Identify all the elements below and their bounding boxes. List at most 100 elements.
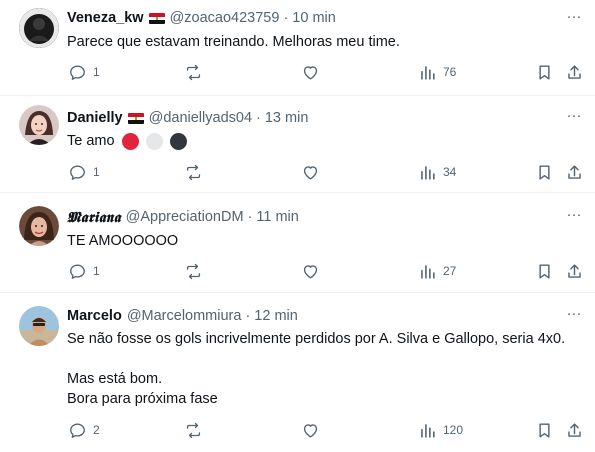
like-button[interactable]: [301, 161, 320, 183]
bookmark-icon: [539, 164, 550, 180]
views-button[interactable]: 34: [418, 161, 456, 183]
view-count: 27: [443, 264, 457, 278]
views-chart-icon: [421, 264, 435, 279]
user-name[interactable]: Danielly: [67, 110, 123, 126]
action-bar: 1 34: [60, 161, 595, 183]
timestamp[interactable]: 12 min: [254, 308, 298, 324]
retweet-icon: [186, 164, 201, 180]
avatar[interactable]: [19, 306, 59, 346]
more-horizontal-icon[interactable]: ···: [565, 108, 583, 127]
reply-button[interactable]: 1: [68, 161, 100, 183]
tweet-text-line: [67, 349, 565, 369]
action-bar: 2 120: [60, 419, 595, 441]
heart-icon: [303, 65, 318, 80]
views-button[interactable]: 27: [418, 260, 456, 282]
reply-button[interactable]: 1: [68, 61, 100, 83]
avatar-image: [19, 105, 59, 145]
timestamp[interactable]: 13 min: [265, 110, 309, 126]
white-circle-icon: [145, 132, 163, 150]
more-horizontal-icon[interactable]: ···: [565, 9, 583, 28]
share-icon: [568, 64, 581, 79]
views-button[interactable]: 76: [418, 61, 456, 83]
reply-icon: [70, 64, 85, 80]
separator-dot: ·: [245, 308, 251, 324]
reply-icon: [70, 422, 85, 438]
share-button[interactable]: [565, 260, 584, 282]
action-bar: 1 27: [60, 260, 595, 282]
user-name[interactable]: Veneza_kw: [67, 10, 144, 26]
action-bar: 1 76: [60, 61, 595, 83]
share-icon: [568, 263, 581, 278]
avatar[interactable]: [19, 105, 59, 145]
red-circle-icon: [121, 132, 139, 150]
avatar[interactable]: [19, 8, 59, 48]
tweet-text-content: Te amo: [67, 133, 115, 149]
user-handle[interactable]: @zoacao423759: [170, 10, 280, 26]
user-handle[interactable]: @Marcelommiura: [127, 308, 242, 324]
flag-icon: [148, 12, 165, 24]
reply-count: 1: [93, 264, 100, 278]
bookmark-button[interactable]: [535, 419, 554, 441]
retweet-icon: [186, 422, 201, 438]
heart-icon: [303, 423, 318, 438]
views-chart-icon: [421, 165, 435, 180]
share-icon: [568, 422, 581, 437]
views-button[interactable]: 120: [418, 419, 463, 441]
reply-icon: [70, 164, 85, 180]
retweet-button[interactable]: [184, 260, 203, 282]
tweet-text-line: Bora para próxima fase: [67, 391, 218, 407]
retweet-icon: [186, 64, 201, 80]
views-chart-icon: [421, 65, 435, 80]
like-button[interactable]: [301, 419, 320, 441]
reply-count: 1: [93, 165, 100, 179]
bookmark-button[interactable]: [535, 61, 554, 83]
retweet-icon: [186, 263, 201, 279]
user-handle[interactable]: @daniellyads04: [149, 110, 252, 126]
avatar-image: [19, 8, 59, 48]
more-horizontal-icon[interactable]: ···: [565, 207, 583, 226]
bookmark-icon: [539, 64, 550, 80]
share-button[interactable]: [565, 161, 584, 183]
reply-count: 2: [93, 423, 100, 437]
share-icon: [568, 164, 581, 179]
reply-button[interactable]: 2: [68, 419, 100, 441]
view-count: 76: [443, 65, 457, 79]
tweet-text: TE AMOOOOOO: [67, 233, 179, 249]
timestamp[interactable]: 11 min: [256, 209, 298, 225]
more-horizontal-icon[interactable]: ···: [565, 306, 583, 325]
retweet-button[interactable]: [184, 61, 203, 83]
tweet-text: Parece que estavam treinando. Melhoras m…: [67, 34, 400, 50]
tweet-text-line: Se não fosse os gols incrivelmente perdi…: [67, 331, 566, 347]
share-button[interactable]: [565, 61, 584, 83]
tweet[interactable]: 𝕸𝖆𝖗𝖎𝖆𝖓𝖆 @AppreciationDM · 11 min ··· TE …: [0, 193, 595, 293]
retweet-button[interactable]: [184, 419, 203, 441]
tweet[interactable]: Marcelo @Marcelommiura · 12 min ··· Se n…: [0, 293, 595, 452]
separator-dot: ·: [283, 10, 289, 26]
tweet[interactable]: Danielly @daniellyads04 · 13 min ··· Te …: [0, 96, 595, 193]
separator-dot: ·: [256, 110, 261, 126]
reply-button[interactable]: 1: [68, 260, 100, 282]
view-count: 34: [443, 165, 457, 179]
black-circle-icon: [169, 132, 187, 150]
view-count: 120: [443, 423, 464, 437]
share-button[interactable]: [565, 419, 584, 441]
views-chart-icon: [421, 423, 435, 438]
avatar-image: [19, 306, 59, 346]
retweet-button[interactable]: [184, 161, 203, 183]
user-name[interactable]: 𝕸𝖆𝖗𝖎𝖆𝖓𝖆: [67, 209, 121, 226]
tweet-text: Te amo: [67, 131, 187, 151]
separator-dot: ·: [247, 209, 253, 225]
bookmark-button[interactable]: [535, 161, 554, 183]
like-button[interactable]: [301, 260, 320, 282]
tweet[interactable]: Veneza_kw @zoacao423759 · 10 min ··· Par…: [0, 0, 595, 96]
avatar[interactable]: [19, 206, 59, 246]
timestamp[interactable]: 10 min: [292, 10, 336, 26]
like-button[interactable]: [301, 61, 320, 83]
bookmark-icon: [539, 263, 550, 279]
bookmark-button[interactable]: [535, 260, 554, 282]
reply-count: 1: [93, 65, 100, 79]
tweet-text-line: Mas está bom.: [67, 371, 163, 387]
user-name[interactable]: Marcelo: [67, 308, 122, 324]
user-handle[interactable]: @AppreciationDM: [126, 209, 244, 225]
heart-icon: [303, 264, 318, 279]
